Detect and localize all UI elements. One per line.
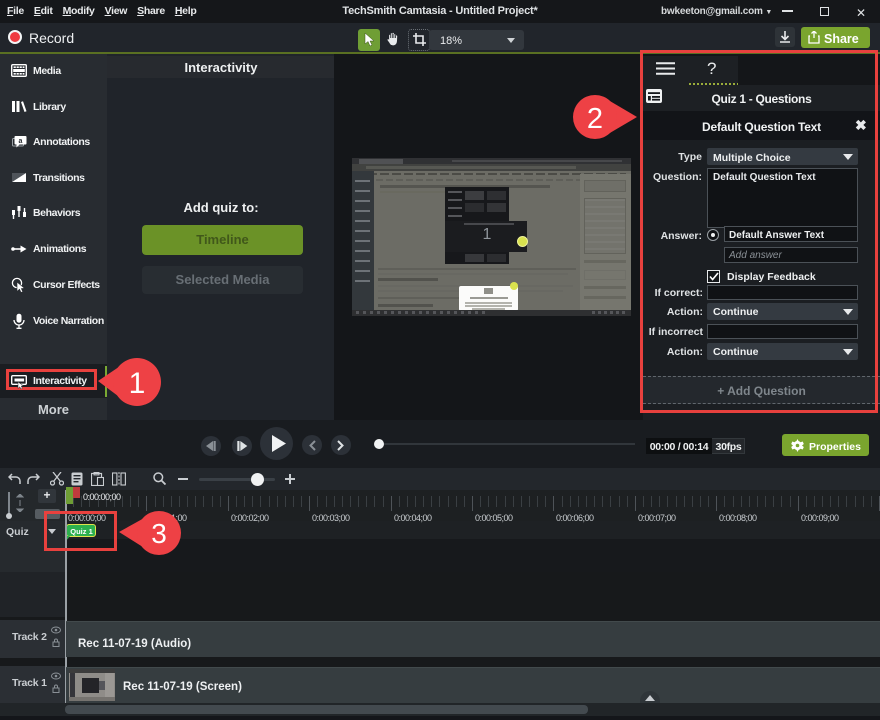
svg-text:a: a: [19, 138, 23, 145]
svg-text:2: 2: [587, 103, 603, 135]
svg-text:1: 1: [129, 367, 146, 400]
svg-text:3: 3: [151, 518, 167, 549]
